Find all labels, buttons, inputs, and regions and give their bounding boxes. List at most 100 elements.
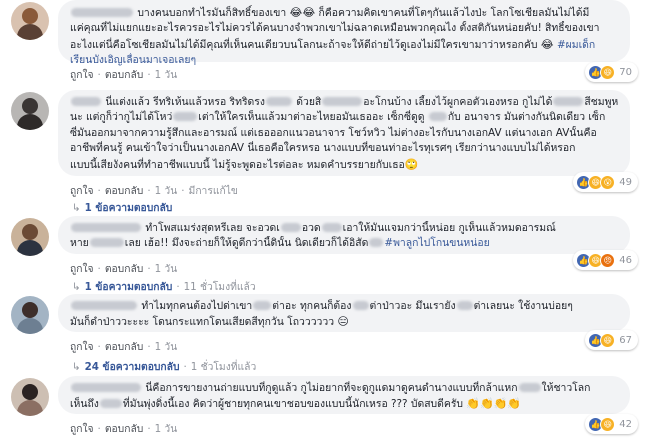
haha-icon: 😆: [600, 332, 616, 348]
comment-actions: ถูกใจ · ตอบกลับ · 1 วัน: [70, 420, 177, 437]
reaction-summary[interactable]: 👍 😆 67: [585, 330, 638, 350]
emoji: 😂: [540, 37, 554, 51]
reply-link[interactable]: ตอบกลับ: [105, 341, 144, 353]
comment-text: ต่าอะ ทุกคนก็ต้อง: [272, 300, 352, 312]
reply-arrow-icon: ↳: [72, 202, 81, 214]
commenter-name[interactable]: [70, 222, 142, 234]
view-replies-link[interactable]: ↳ 1 ข้อความตอบกลับ · 11 ชั่วโมงที่แล้ว: [72, 278, 256, 295]
emoji: 👏👏👏👏: [466, 397, 522, 411]
separator: ·: [183, 361, 187, 373]
comment-time[interactable]: 1 วัน: [155, 263, 178, 275]
view-replies-link[interactable]: ↳ 1 ข้อความตอบกลับ: [72, 199, 172, 216]
comment-time[interactable]: 1 วัน: [155, 69, 178, 81]
separator: ·: [181, 185, 185, 197]
separator: ·: [147, 263, 151, 275]
comment-text: นี่คือการขายงานถ่ายแบบที่กูดูแล้ว กูไม่อ…: [145, 382, 518, 394]
comment-text: นะ แต่กูก็ว่ากูไม่ได้โหว่: [70, 111, 173, 124]
view-replies-link[interactable]: ↳ 24 ข้อความตอบกลับ · 1 ชั่วโมงที่แล้ว: [72, 358, 256, 375]
separator: ·: [97, 185, 101, 197]
haha-icon: 😆: [600, 416, 616, 432]
comment-time[interactable]: 1 วัน: [155, 341, 178, 353]
reply-link[interactable]: ตอบกลับ: [105, 423, 144, 435]
like-link[interactable]: ถูกใจ: [70, 185, 94, 197]
separator: ·: [97, 341, 101, 353]
wow-icon: 😮: [600, 174, 616, 190]
separator: ·: [97, 423, 101, 435]
commenter-name[interactable]: [70, 300, 138, 312]
comment-actions: ถูกใจ · ตอบกลับ · 1 วัน: [70, 338, 177, 355]
like-link[interactable]: ถูกใจ: [70, 69, 94, 81]
avatar[interactable]: [11, 218, 49, 256]
commenter-name[interactable]: [70, 96, 102, 108]
comment-bubble: ทำโพสแมร่งสุดหรีเลย จะอวดเ อวด เอาให้มันแจ…: [58, 216, 630, 254]
emoji: 😂😂: [289, 6, 316, 19]
comment-text: อาชีพที่คนรู้ คนเข้าใจว่าเป็นนางเอกAV นี…: [70, 142, 576, 155]
comment-feed: บางคนบอกทำไรมันก็สิทธิ์ของเขา 😂😂 ก็คือคว…: [0, 0, 650, 440]
comment-text: อะโกนบ้าง เลี้ยงไว้ผูกคอตัวเองหรอ กูไม่ไ…: [363, 96, 553, 108]
commenter-name[interactable]: [70, 382, 142, 394]
comment-text: เอาให้มันแจมกว่านี้หน่อย กูเห็นแล้วหมดอา…: [342, 222, 556, 234]
reaction-count: 70: [619, 66, 632, 78]
comment-text: ต่าป่าวอะ มึนเรายัง: [369, 300, 456, 312]
replies-count[interactable]: 24 ข้อความตอบกลับ: [85, 361, 180, 373]
edited-link[interactable]: มีการแก้ไข: [189, 185, 238, 197]
separator: ·: [97, 69, 101, 81]
comment-text: ก็คือความคิดเขาคนที่โตๆกันแล้วไงป่ะ โลกโ…: [315, 7, 590, 19]
reaction-count: 49: [619, 176, 632, 188]
separator: ·: [176, 281, 180, 293]
comment-text: สีชมพูหรอก: [584, 96, 618, 108]
comment-bubble: ทำไมทุกคนต้องไปด่าเขา ต่าอะ ทุกคนก็ต้อง ต่…: [58, 294, 630, 332]
reaction-count: 42: [619, 418, 632, 430]
comment-text: แค่คุณที่ไม่แยกแยะอะไรควรอะไรไม่ควรได้คน…: [70, 22, 600, 35]
avatar[interactable]: [11, 378, 49, 416]
reply-link[interactable]: ตอบกลับ: [105, 185, 144, 197]
like-link[interactable]: ถูกใจ: [70, 423, 94, 435]
comment-bubble: นี่คือการขายงานถ่ายแบบที่กูดูแล้ว กูไม่อ…: [58, 376, 630, 414]
comment-text: ด้วยสิ: [292, 96, 322, 108]
comment-bubble: นี่แต่งแล้ว รีทริเห้นแล้วหรอ ริทริดรง ด้…: [58, 90, 630, 176]
haha-icon: 😆: [600, 64, 616, 80]
angry-icon: 😠: [600, 252, 616, 268]
comment-actions: ถูกใจ · ตอบกลับ · 1 วัน · มีการแก้ไข: [70, 182, 238, 199]
comment-text: เห็นถึง: [70, 398, 99, 411]
separator: ·: [147, 341, 151, 353]
reply-arrow-icon: ↳: [72, 281, 81, 293]
hashtag-link[interactable]: #ผมเด็ก: [554, 39, 595, 51]
comment-time[interactable]: 1 วัน: [155, 185, 178, 197]
reaction-summary[interactable]: 👍 😆 70: [585, 62, 638, 82]
replies-count[interactable]: 1 ข้อความตอบกลับ: [85, 202, 173, 214]
separator: ·: [147, 423, 151, 435]
reaction-summary[interactable]: 👍 😆 42: [585, 414, 638, 434]
comment-text: ทำโพสแมร่งสุดหรีเลย จะอวดเ: [145, 222, 280, 234]
hashtag-link[interactable]: #พาลูกไปโกนขนหน่อย: [384, 237, 489, 249]
comment-text: อวด: [301, 222, 321, 234]
reaction-count: 67: [619, 334, 632, 346]
emoji: 🙄: [404, 157, 419, 171]
comment-text: บางคนบอกทำไรมันก็สิทธิ์ของเขา: [137, 7, 290, 19]
emoji: 😑: [337, 315, 349, 329]
like-link[interactable]: ถูกใจ: [70, 341, 94, 353]
avatar[interactable]: [11, 92, 49, 130]
comment-text: นี่แต่งแล้ว รีทริเห้นแล้วหรอ ริทริดรง: [105, 96, 265, 108]
comment-text: หาย: [70, 237, 89, 250]
avatar[interactable]: [11, 296, 49, 334]
replies-time: 11 ชั่วโมงที่แล้ว: [183, 281, 256, 293]
comment-text: ที่มันพุ่งดิ่งนี้เอง คิดว่าผู้ชายทุกคนเข…: [122, 398, 467, 411]
comment-text: แบบนี้เสียงังคนที่ทำอาชีพแบบนี้ ไม่รู้จะ…: [70, 158, 405, 171]
avatar[interactable]: [11, 2, 49, 40]
comment-text: ทำไมทุกคนต้องไปด่าเขา: [141, 300, 253, 312]
commenter-name[interactable]: [70, 7, 134, 19]
comment-actions: ถูกใจ · ตอบกลับ · 1 วัน: [70, 260, 177, 277]
replies-count[interactable]: 1 ข้อความตอบกลับ: [85, 281, 173, 293]
separator: ·: [147, 69, 151, 81]
comment-text: มันก็ดำป่าววะะะะ โดนกระแทกโดนเสียดสีทุกว…: [70, 316, 338, 329]
reaction-summary[interactable]: 👍 😆 😮 49: [573, 172, 638, 192]
comment-text: เลย เฮ้อ!! มึงจะถ่ายก็ให้ดูดีกว่านี้ดินั…: [124, 237, 369, 250]
separator: ·: [97, 263, 101, 275]
comment-text: อะไงแต่นี่คือโซเชียลมันไม่ได้มีคุณที่เห็…: [70, 38, 541, 51]
reply-link[interactable]: ตอบกลับ: [105, 263, 144, 275]
like-link[interactable]: ถูกใจ: [70, 263, 94, 275]
comment-time[interactable]: 1 วัน: [155, 423, 178, 435]
reply-link[interactable]: ตอบกลับ: [105, 69, 144, 81]
reaction-summary[interactable]: 👍 😆 😠 46: [573, 250, 638, 270]
